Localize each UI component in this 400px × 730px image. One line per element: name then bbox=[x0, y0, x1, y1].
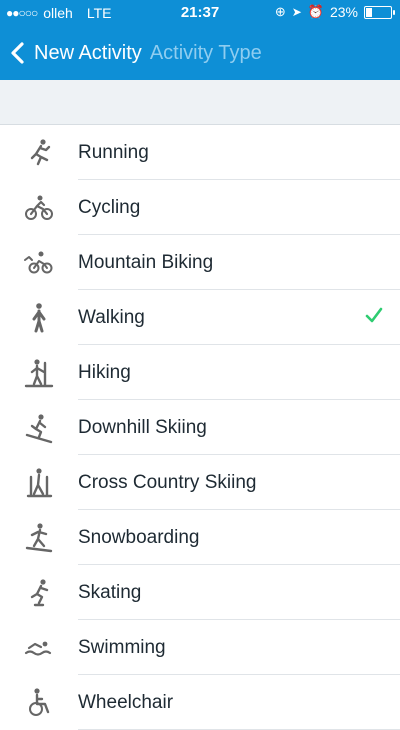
walking-icon bbox=[0, 302, 78, 334]
rotation-lock-icon: ⊕ bbox=[274, 4, 286, 19]
activity-label: Skating bbox=[78, 581, 142, 603]
activity-label: Snowboarding bbox=[78, 526, 200, 548]
activity-label: Cycling bbox=[78, 196, 141, 218]
activity-label: Mountain Biking bbox=[78, 251, 214, 273]
activity-label: Swimming bbox=[78, 636, 166, 658]
chevron-left-icon bbox=[11, 42, 24, 64]
activity-row-skating[interactable]: Skating bbox=[0, 565, 400, 620]
location-arrow-icon: ➤ bbox=[291, 5, 302, 19]
battery-fill bbox=[366, 7, 372, 17]
activity-label: Running bbox=[78, 141, 149, 163]
alarm-icon: ⏰ bbox=[307, 4, 324, 19]
activity-row-snowboarding[interactable]: Snowboarding bbox=[0, 510, 400, 565]
downhill-skiing-icon bbox=[0, 412, 78, 444]
activity-row-downhill-skiing[interactable]: Downhill Skiing bbox=[0, 400, 400, 455]
activity-list: Running Cycling Mountain Biking Walking Hiki… bbox=[0, 125, 400, 730]
activity-row-running[interactable]: Running bbox=[0, 125, 400, 180]
swimming-icon bbox=[0, 632, 78, 664]
section-header bbox=[0, 80, 400, 125]
activity-label: Cross Country Skiing bbox=[78, 471, 257, 493]
mountain-biking-icon bbox=[0, 247, 78, 279]
hiking-icon bbox=[0, 357, 78, 389]
activity-label: Hiking bbox=[78, 361, 131, 383]
activity-row-cross-country-skiing[interactable]: Cross Country Skiing bbox=[0, 455, 400, 510]
page-title: Activity Type bbox=[149, 41, 262, 64]
status-bar: ●●○○○ olleh LTE 21:37 ⊕ ➤ ⏰ 23% bbox=[0, 0, 400, 26]
back-button-label: New Activity bbox=[34, 41, 142, 64]
back-button[interactable]: New Activity bbox=[8, 41, 142, 65]
navigation-bar: New Activity Activity Type bbox=[0, 30, 400, 76]
cross-country-skiing-icon bbox=[0, 467, 78, 499]
activity-label: Wheelchair bbox=[78, 691, 174, 713]
activity-label: Walking bbox=[78, 306, 145, 328]
activity-row-wheelchair[interactable]: Wheelchair bbox=[0, 675, 400, 730]
activity-row-walking[interactable]: Walking bbox=[0, 290, 400, 345]
activity-row-hiking[interactable]: Hiking bbox=[0, 345, 400, 400]
activity-row-mountain-biking[interactable]: Mountain Biking bbox=[0, 235, 400, 290]
top-bar: ●●○○○ olleh LTE 21:37 ⊕ ➤ ⏰ 23% New Acti… bbox=[0, 0, 400, 80]
running-icon bbox=[0, 137, 78, 169]
battery-percent: 23% bbox=[329, 4, 358, 20]
checkmark-icon bbox=[364, 305, 384, 330]
activity-row-cycling[interactable]: Cycling bbox=[0, 180, 400, 235]
activity-row-swimming[interactable]: Swimming bbox=[0, 620, 400, 675]
skating-icon bbox=[0, 577, 78, 609]
wheelchair-icon bbox=[0, 687, 78, 719]
battery-icon bbox=[364, 5, 395, 19]
cycling-icon bbox=[0, 192, 78, 224]
activity-label: Downhill Skiing bbox=[78, 416, 207, 438]
snowboarding-icon bbox=[0, 522, 78, 554]
